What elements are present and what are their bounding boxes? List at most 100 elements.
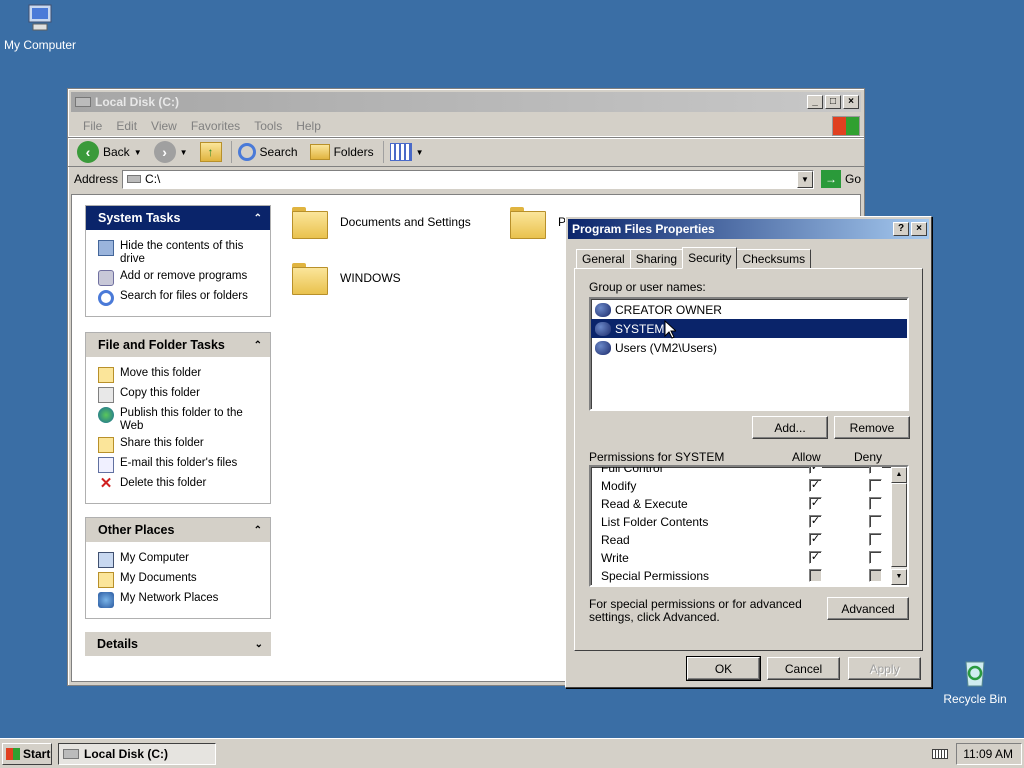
folder-icon [290, 261, 328, 295]
add-button[interactable]: Add... [752, 416, 828, 439]
collapse-icon[interactable]: ⌃ [254, 213, 262, 224]
menu-tools[interactable]: Tools [247, 119, 289, 133]
file-tasks-header[interactable]: File and Folder Tasks ⌃ [86, 333, 270, 357]
allow-checkbox[interactable]: ✓ [809, 497, 822, 510]
forward-arrow-icon: › [153, 141, 176, 163]
explorer-titlebar[interactable]: Local Disk (C:) _ □ × [71, 92, 861, 112]
menu-favorites[interactable]: Favorites [184, 119, 247, 133]
dialog-titlebar[interactable]: Program Files Properties ? × [568, 219, 929, 239]
close-button[interactable]: × [911, 222, 927, 236]
minimize-button[interactable]: _ [807, 95, 823, 109]
task-delete-folder[interactable]: ✕ Delete this folder [98, 476, 262, 493]
forward-button[interactable]: › ▼ [151, 139, 191, 165]
task-label: Add or remove programs [120, 270, 248, 282]
place-network-places[interactable]: My Network Places [98, 592, 262, 608]
user-creator-owner[interactable]: CREATOR OWNER [591, 300, 907, 319]
views-button[interactable]: ▼ [382, 141, 427, 163]
permission-row: List Folder Contents ✓ [601, 513, 901, 531]
search-button[interactable]: Search [230, 141, 301, 163]
user-system[interactable]: SYSTEM [591, 319, 907, 338]
chevron-down-icon: ▼ [179, 147, 188, 157]
task-share-folder[interactable]: Share this folder [98, 437, 262, 453]
menu-view[interactable]: View [144, 119, 184, 133]
allow-checkbox[interactable]: ✓ [809, 467, 822, 474]
task-hide-contents[interactable]: Hide the contents of this drive [98, 240, 262, 266]
remove-button[interactable]: Remove [834, 416, 910, 439]
place-my-computer[interactable]: My Computer [98, 552, 262, 568]
address-dropdown[interactable]: ▼ [796, 170, 813, 188]
help-button[interactable]: ? [893, 222, 909, 236]
permissions-list[interactable]: Full Control ✓ Modify ✓ Read & Execute ✓ List … [589, 465, 909, 587]
tab-sharing[interactable]: Sharing [629, 249, 684, 269]
task-label: Publish this folder to the Web [120, 407, 243, 432]
user-users[interactable]: Users (VM2\Users) [591, 338, 907, 357]
user-list[interactable]: CREATOR OWNER SYSTEM Users (VM2\Users) [589, 297, 909, 411]
scroll-down-arrow[interactable]: ▼ [891, 569, 907, 585]
deny-checkbox[interactable] [869, 479, 882, 492]
allow-checkbox[interactable]: ✓ [809, 533, 822, 546]
permission-row: Write ✓ [601, 549, 901, 567]
keyboard-tray-icon[interactable] [932, 748, 948, 759]
task-publish-web[interactable]: Publish this folder to the Web [98, 407, 262, 433]
place-my-documents[interactable]: My Documents [98, 572, 262, 588]
folders-button[interactable]: Folders [307, 142, 377, 162]
task-copy-folder[interactable]: Copy this folder [98, 387, 262, 403]
scroll-up-arrow[interactable]: ▲ [891, 467, 907, 483]
collapse-icon[interactable]: ⌃ [254, 525, 262, 536]
tab-general[interactable]: General [576, 249, 631, 269]
tab-security[interactable]: Security [682, 247, 738, 269]
task-move-folder[interactable]: Move this folder [98, 367, 262, 383]
deny-checkbox[interactable] [869, 515, 882, 528]
ok-button[interactable]: OK [686, 656, 761, 681]
deny-checkbox[interactable] [869, 533, 882, 546]
advanced-button[interactable]: Advanced [827, 597, 909, 620]
allow-checkbox[interactable] [809, 569, 822, 582]
system-tasks-header[interactable]: System Tasks ⌃ [86, 206, 270, 230]
task-search-files[interactable]: Search for files or folders [98, 290, 262, 306]
details-header[interactable]: Details ⌄ [85, 632, 271, 656]
permission-row: Full Control ✓ [601, 467, 901, 477]
task-email-files[interactable]: E-mail this folder's files [98, 457, 262, 473]
folder-program-files[interactable]: Pr [508, 205, 570, 239]
start-button[interactable]: Start [2, 742, 52, 765]
address-input[interactable]: C:\ ▼ [122, 169, 814, 189]
allow-checkbox[interactable]: ✓ [809, 551, 822, 564]
collapse-icon[interactable]: ⌃ [254, 340, 262, 351]
allow-checkbox[interactable]: ✓ [809, 479, 822, 492]
maximize-button[interactable]: □ [825, 95, 841, 109]
permissions-scrollbar[interactable]: ▲ ▼ [891, 467, 907, 585]
panel-title: Details [97, 637, 138, 651]
deny-checkbox[interactable] [869, 569, 882, 582]
allow-checkbox[interactable]: ✓ [809, 515, 822, 528]
desktop-label: My Computer [3, 38, 77, 52]
apply-button[interactable]: Apply [848, 657, 921, 680]
menu-help[interactable]: Help [289, 119, 328, 133]
clock[interactable]: 11:09 AM [963, 747, 1013, 761]
back-button[interactable]: ‹ Back ▼ [74, 139, 145, 165]
menu-edit[interactable]: Edit [109, 119, 144, 133]
go-button[interactable]: → Go [818, 168, 864, 190]
permission-label: Special Permissions [601, 569, 710, 583]
up-folder-button[interactable]: ↑ [197, 140, 225, 164]
other-places-header[interactable]: Other Places ⌃ [86, 518, 270, 542]
cancel-button[interactable]: Cancel [767, 657, 840, 680]
folder-windows[interactable]: WINDOWS [290, 261, 401, 295]
scroll-thumb[interactable] [891, 483, 907, 567]
windows-logo-icon [832, 115, 860, 136]
task-label: Local Disk (C:) [84, 746, 169, 761]
email-icon [98, 457, 114, 473]
menu-file[interactable]: File [76, 119, 109, 133]
task-add-remove-programs[interactable]: Add or remove programs [98, 270, 262, 286]
desktop-icon-my-computer[interactable]: My Computer [0, 2, 80, 52]
deny-checkbox[interactable] [869, 551, 882, 564]
expand-icon[interactable]: ⌄ [255, 639, 263, 650]
other-places-panel: Other Places ⌃ My Computer My Documents … [85, 517, 271, 619]
tab-checksums[interactable]: Checksums [736, 249, 812, 269]
taskbar-button-local-disk[interactable]: Local Disk (C:) [58, 742, 216, 765]
folder-documents-and-settings[interactable]: Documents and Settings [290, 205, 471, 239]
deny-checkbox[interactable] [869, 467, 882, 474]
deny-checkbox[interactable] [869, 497, 882, 510]
close-button[interactable]: × [843, 95, 859, 109]
taskbar: Start Local Disk (C:) 11:09 AM [0, 738, 1024, 768]
desktop-icon-recycle-bin[interactable]: Recycle Bin [935, 656, 1015, 706]
